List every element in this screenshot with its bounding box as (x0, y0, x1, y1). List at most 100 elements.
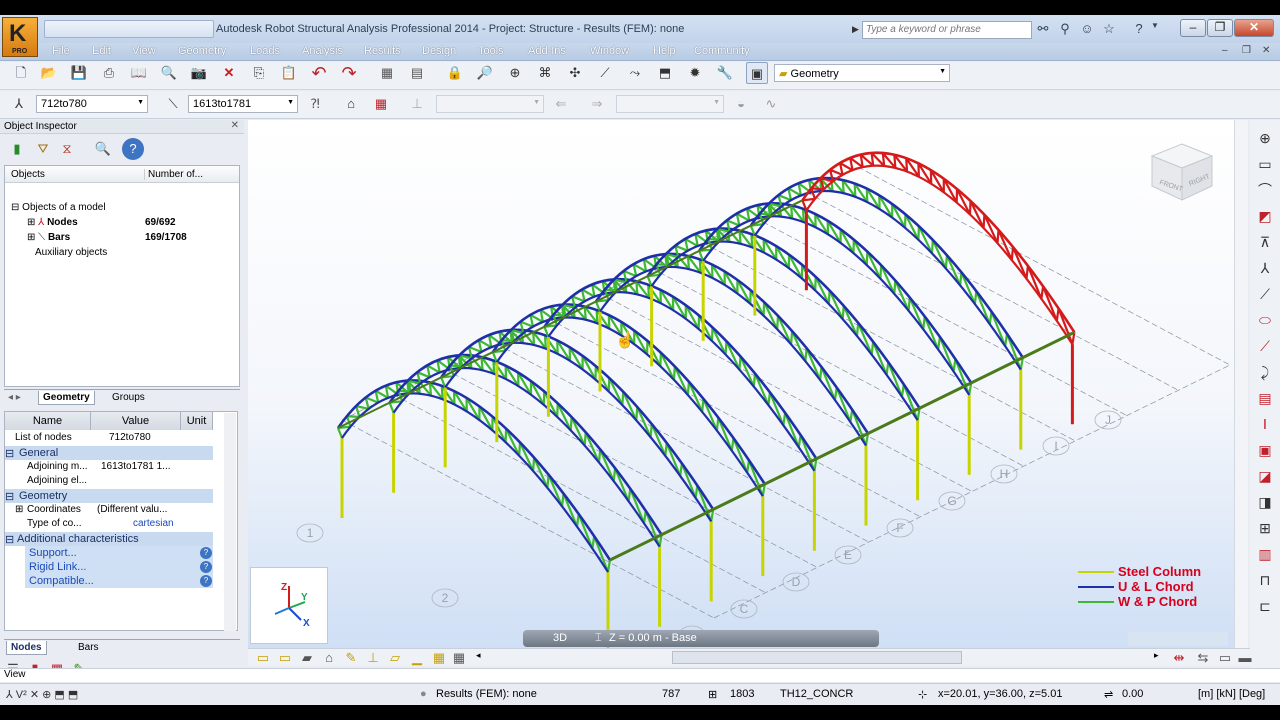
new-file-icon[interactable]: 🗋 (10, 62, 32, 84)
menu-add-ins[interactable]: Add-Ins (528, 45, 566, 57)
prop-row-list[interactable]: List of nodes 712to780 (5, 431, 213, 445)
calc-notes-icon[interactable]: ▤ (406, 62, 428, 84)
tab-geometry[interactable]: Geometry (38, 391, 95, 405)
menu-edit[interactable]: Edit (92, 45, 111, 57)
next-case-icon[interactable]: ⇒ (586, 93, 608, 115)
print-preview-icon[interactable]: 📖 (128, 62, 150, 84)
node-select-icon[interactable]: ⅄ (8, 93, 30, 115)
axis-definition-icon[interactable]: ⊕ (1254, 128, 1276, 148)
tools-wrench-icon[interactable]: 🔧 (714, 62, 736, 84)
viewport-vertical-scrollbar[interactable] (1234, 120, 1248, 648)
clear-filter-icon[interactable]: ⧖ (56, 138, 78, 160)
panel-icon[interactable]: ▤ (1254, 388, 1276, 408)
layouts-icon[interactable]: ▣ (746, 62, 768, 84)
menu-view[interactable]: View (132, 45, 156, 57)
search-expand-arrow-icon[interactable]: ▶ (852, 24, 859, 35)
bar-select-icon[interactable]: ⟍ (162, 93, 184, 115)
print-icon[interactable]: ⎙ (98, 62, 120, 84)
favorites-star-icon[interactable]: ☆ (1100, 21, 1118, 37)
prop-row-rigid-link[interactable]: Rigid Link... ? (25, 560, 213, 574)
view-icon-1[interactable]: ▭ (252, 647, 274, 669)
mdi-close-icon[interactable]: ✕ (1262, 45, 1270, 56)
view-icon-14[interactable]: ▬ (1234, 647, 1256, 669)
load-icon[interactable]: ⊥ (406, 93, 428, 115)
book-icon[interactable]: ▮ (6, 138, 28, 160)
menu-help[interactable]: Help (653, 45, 676, 57)
tab-nodes[interactable]: Nodes (6, 641, 47, 655)
open-folder-icon[interactable]: 📂 (38, 62, 60, 84)
snow-icon[interactable]: ⊏ (1254, 596, 1276, 616)
menu-community[interactable]: Community (694, 45, 750, 57)
selection-icon[interactable]: ✣ (564, 62, 586, 84)
prop-row-support[interactable]: Support... ? (25, 546, 213, 560)
undo-icon[interactable]: ↶ (308, 62, 330, 84)
ibeam-icon[interactable]: Ⅰ (1254, 414, 1276, 434)
application-menu-logo[interactable]: K PRO (2, 17, 38, 57)
help-search-input[interactable]: Type a keyword or phrase (862, 21, 1032, 39)
search-icon[interactable]: 🔍 (92, 138, 114, 160)
mdi-minimize-icon[interactable]: – (1222, 45, 1228, 56)
tree-root[interactable]: ⊟ Objects of a model (11, 202, 106, 213)
cable-icon[interactable]: ⤸ (1254, 362, 1276, 382)
menu-tools[interactable]: Tools (478, 45, 504, 57)
tab-bars[interactable]: Bars (74, 641, 103, 654)
paste-icon[interactable]: 📋 (278, 62, 300, 84)
copy-icon[interactable]: ⎘ (248, 62, 270, 84)
units-label[interactable]: [m] [kN] [Deg] (1198, 688, 1265, 700)
tree-item-bars[interactable]: ⊞ ⟍ Bars (27, 232, 70, 243)
view-icon-9[interactable]: ▦ (428, 647, 450, 669)
filter-icon[interactable]: ⛛ (32, 138, 54, 160)
prop-row-type[interactable]: Type of co... cartesian (5, 517, 213, 531)
loads-icon[interactable]: ▣ (1254, 440, 1276, 460)
bars-icon[interactable]: ⟋ (1254, 284, 1276, 304)
help-icon[interactable]: ? (200, 575, 212, 587)
section-additional[interactable]: ⊟ Additional characteristics (5, 532, 213, 546)
menu-results[interactable]: Results (364, 45, 401, 57)
case-select-disabled[interactable]: ▼ (436, 95, 544, 113)
frame-icon[interactable]: ⊓ (1254, 570, 1276, 590)
quick-access-toolbar[interactable] (44, 20, 214, 38)
zoom-all-icon[interactable]: ⊕ (504, 62, 526, 84)
level-label[interactable]: Z = 0.00 m - Base (609, 632, 697, 644)
view-icon-2[interactable]: ▭ (274, 647, 296, 669)
view-icon-13[interactable]: ▭ (1214, 647, 1236, 669)
wave-icon[interactable]: ∿ (760, 93, 782, 115)
mesh-icon[interactable]: ⊞ (1254, 518, 1276, 538)
menu-design[interactable]: Design (422, 45, 456, 57)
wall-icon[interactable]: ▥ (1254, 544, 1276, 564)
prop-row-adj-elements[interactable]: Adjoining el... (5, 474, 213, 488)
tree-item-auxiliary[interactable]: Auxiliary objects (35, 247, 107, 258)
mdi-restore-icon[interactable]: ❐ (1242, 45, 1251, 56)
menu-geometry[interactable]: Geometry (178, 45, 226, 57)
menu-window[interactable]: Window (590, 45, 629, 57)
save-icon[interactable]: 💾 (68, 62, 90, 84)
menu-loads[interactable]: Loads (250, 45, 280, 57)
view-icon-10[interactable]: ▦ (448, 647, 470, 669)
redo-icon[interactable]: ↷ (338, 62, 360, 84)
tab-groups[interactable]: Groups (108, 391, 149, 404)
view-icon-3[interactable]: ▰ (296, 647, 318, 669)
bar-sections-icon[interactable]: ▭ (1254, 154, 1276, 174)
thickness-icon[interactable]: ◪ (1254, 466, 1276, 486)
screen-capture-icon[interactable]: 📷 (188, 62, 210, 84)
tables-icon[interactable]: ▦ (376, 62, 398, 84)
display-options-icon[interactable]: ✹ (684, 62, 706, 84)
view-icon-5[interactable]: ✎ (340, 647, 362, 669)
menu-analysis[interactable]: Analysis (302, 45, 343, 57)
help-icon[interactable]: ? (200, 547, 212, 559)
key-icon[interactable]: ⚲ (1056, 21, 1074, 37)
mode-select-disabled[interactable]: ▼ (616, 95, 724, 113)
section-icon[interactable]: ⬒ (654, 62, 676, 84)
zoom-window-icon[interactable]: 🔎 (474, 62, 496, 84)
support-icon[interactable]: ⊼ (1254, 232, 1276, 252)
preview-zoom-icon[interactable]: 🔍 (158, 62, 180, 84)
binoculars-icon[interactable]: ⚯ (1034, 21, 1052, 37)
help-icon[interactable]: ? (122, 138, 144, 160)
maximize-button[interactable]: ❐ (1207, 19, 1233, 37)
view-cube[interactable]: FRONT RIGHT (1150, 140, 1214, 204)
nodes-icon[interactable]: ⅄ (1254, 258, 1276, 278)
lock-icon[interactable]: 🔒 (444, 62, 466, 84)
prop-row-coordinates[interactable]: ⊞ Coordinates (Different valu... (5, 503, 213, 517)
view-icon-12[interactable]: ⇆ (1192, 647, 1214, 669)
prop-row-compatible[interactable]: Compatible... ? (25, 574, 213, 588)
